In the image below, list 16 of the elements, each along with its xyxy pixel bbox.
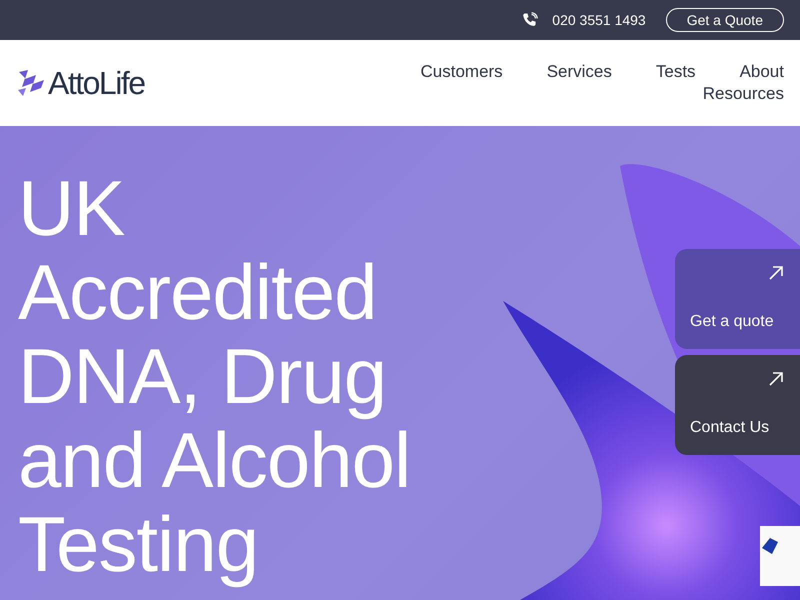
nav-link[interactable]: Tests [656, 62, 696, 82]
nav-link[interactable]: About [740, 62, 784, 82]
arrow-icon [768, 265, 784, 281]
logo-icon [16, 68, 46, 98]
logo-text[interactable]: AttoLife [48, 64, 145, 102]
side-action-button[interactable]: Contact Us [675, 355, 800, 455]
arrow-icon [768, 371, 784, 387]
captcha-badge [760, 526, 800, 586]
phone-number[interactable]: 020 3551 1493 [552, 12, 646, 28]
phone-icon [522, 12, 538, 28]
nav-link[interactable]: Customers [420, 62, 503, 82]
get-quote-button[interactable]: Get a Quote [666, 8, 784, 32]
nav-link[interactable]: Services [546, 62, 612, 82]
nav-link[interactable]: Resources [702, 84, 784, 104]
side-action-button[interactable]: Get a quote [675, 249, 800, 349]
hero-heading: UK Accredited DNA, Drug and Alcohol Testing [17, 163, 412, 586]
